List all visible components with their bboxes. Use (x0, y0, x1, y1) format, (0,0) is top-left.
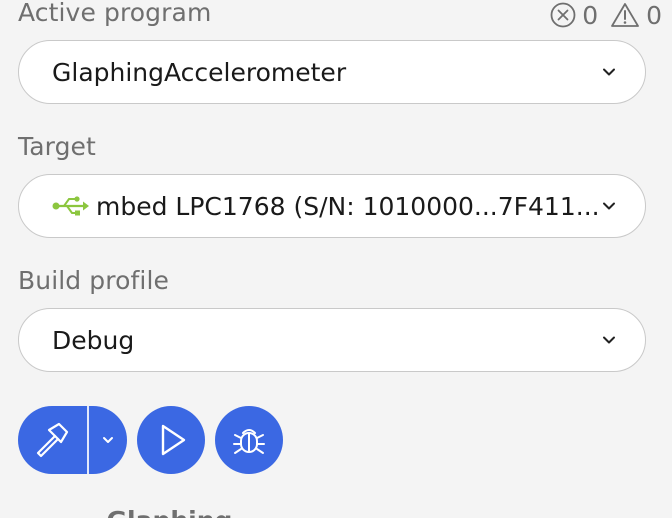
run-button[interactable] (136, 406, 205, 474)
build-options-button[interactable] (89, 406, 127, 474)
build-divider (87, 406, 89, 474)
bug-icon (232, 429, 265, 454)
chevron-down-icon (603, 336, 615, 344)
build-profile-label: Build profile (18, 266, 169, 295)
play-icon (161, 424, 185, 456)
chevron-down-icon (102, 437, 113, 443)
target-label: Target (18, 132, 96, 161)
partial-text-below: ...Glaphing... (78, 506, 261, 518)
chevron-down-icon (603, 202, 615, 210)
build-button[interactable] (18, 406, 87, 474)
active-program-value: GlaphingAccelerometer (52, 57, 347, 87)
target-select[interactable]: mbed LPC1768 (S/N: 1010000...7F411... (18, 174, 646, 238)
active-program-select[interactable]: GlaphingAccelerometer (18, 40, 646, 104)
build-split-button (18, 406, 127, 474)
build-profile-select[interactable]: Debug (18, 308, 646, 372)
problems-status[interactable]: 0 0 (550, 0, 662, 30)
target-value: mbed LPC1768 (S/N: 1010000...7F411... (96, 191, 600, 221)
action-buttons (18, 406, 283, 474)
mbed-control-panel: Active program 0 0 GlaphingAccelerometer… (0, 0, 672, 518)
debug-button[interactable] (214, 406, 283, 474)
error-icon (550, 2, 576, 28)
chevron-down-icon (603, 68, 615, 76)
active-program-label: Active program (18, 0, 212, 27)
build-profile-value: Debug (52, 325, 135, 355)
usb-icon (52, 196, 89, 216)
warning-icon (610, 2, 640, 28)
hammer-icon (36, 422, 68, 458)
warning-count: 0 (646, 0, 662, 30)
error-count: 0 (582, 0, 599, 30)
